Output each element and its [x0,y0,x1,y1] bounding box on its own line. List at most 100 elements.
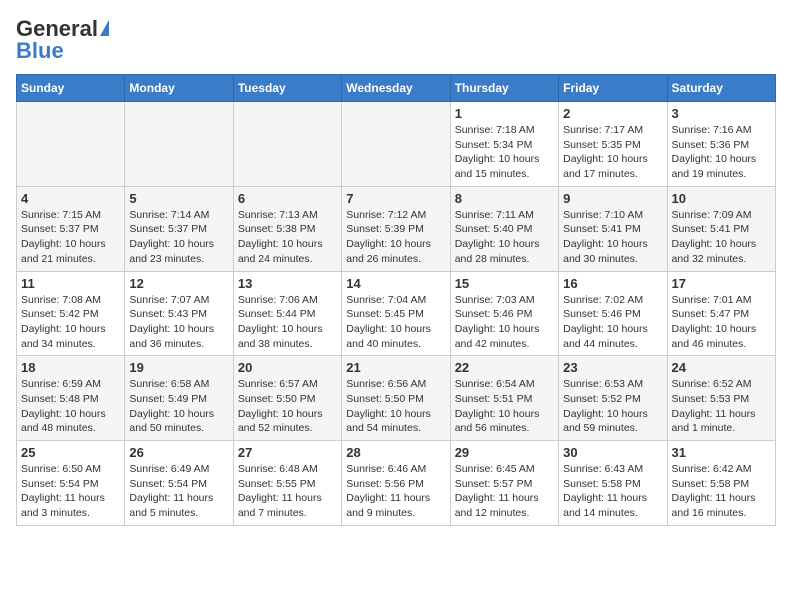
calendar-cell [233,102,341,187]
day-info: Sunrise: 7:12 AM Sunset: 5:39 PM Dayligh… [346,208,445,267]
day-number: 23 [563,360,662,375]
calendar-cell: 22 Sunrise: 6:54 AM Sunset: 5:51 PM Dayli… [450,356,558,441]
calendar-cell: 18 Sunrise: 6:59 AM Sunset: 5:48 PM Dayli… [17,356,125,441]
day-number: 15 [455,276,554,291]
calendar-cell: 26 Sunrise: 6:49 AM Sunset: 5:54 PM Dayli… [125,441,233,526]
day-info: Sunrise: 7:11 AM Sunset: 5:40 PM Dayligh… [455,208,554,267]
calendar-cell: 5 Sunrise: 7:14 AM Sunset: 5:37 PM Daylig… [125,186,233,271]
calendar-cell: 6Sunrise: 7:13 AM Sunset: 5:38 PM Daylig… [233,186,341,271]
calendar-cell: 2 Sunrise: 7:17 AM Sunset: 5:35 PM Daylig… [559,102,667,187]
day-number: 4 [21,191,120,206]
calendar-cell: 29Sunrise: 6:45 AM Sunset: 5:57 PM Dayli… [450,441,558,526]
day-info: Sunrise: 7:15 AM Sunset: 5:37 PM Dayligh… [21,208,120,267]
day-number: 9 [563,191,662,206]
calendar-week-3: 11 Sunrise: 7:08 AM Sunset: 5:42 PM Dayli… [17,271,776,356]
day-info: Sunrise: 6:53 AM Sunset: 5:52 PM Dayligh… [563,377,662,436]
calendar-week-1: 1 Sunrise: 7:18 AM Sunset: 5:34 PM Daylig… [17,102,776,187]
logo-blue-text: Blue [16,38,109,64]
calendar-cell: 17 Sunrise: 7:01 AM Sunset: 5:47 PM Dayli… [667,271,775,356]
calendar-cell: 27Sunrise: 6:48 AM Sunset: 5:55 PM Dayli… [233,441,341,526]
day-info: Sunrise: 6:52 AM Sunset: 5:53 PM Dayligh… [672,377,771,436]
day-number: 3 [672,106,771,121]
day-info: Sunrise: 7:07 AM Sunset: 5:43 PM Dayligh… [129,293,228,352]
day-of-week-saturday: Saturday [667,75,775,102]
day-info: Sunrise: 6:49 AM Sunset: 5:54 PM Dayligh… [129,462,228,521]
calendar-header: SundayMondayTuesdayWednesdayThursdayFrid… [17,75,776,102]
day-number: 29 [455,445,554,460]
calendar-cell: 20 Sunrise: 6:57 AM Sunset: 5:50 PM Dayli… [233,356,341,441]
logo-triangle-icon [100,20,109,36]
day-info: Sunrise: 7:03 AM Sunset: 5:46 PM Dayligh… [455,293,554,352]
calendar-cell: 12 Sunrise: 7:07 AM Sunset: 5:43 PM Dayli… [125,271,233,356]
day-info: Sunrise: 6:59 AM Sunset: 5:48 PM Dayligh… [21,377,120,436]
calendar-cell: 30 Sunrise: 6:43 AM Sunset: 5:58 PM Dayli… [559,441,667,526]
day-info: Sunrise: 7:08 AM Sunset: 5:42 PM Dayligh… [21,293,120,352]
calendar-cell: 7 Sunrise: 7:12 AM Sunset: 5:39 PM Daylig… [342,186,450,271]
calendar-cell: 11 Sunrise: 7:08 AM Sunset: 5:42 PM Dayli… [17,271,125,356]
day-number: 26 [129,445,228,460]
day-info: Sunrise: 6:43 AM Sunset: 5:58 PM Dayligh… [563,462,662,521]
day-number: 8 [455,191,554,206]
day-info: Sunrise: 6:42 AM Sunset: 5:58 PM Dayligh… [672,462,771,521]
calendar-cell: 14 Sunrise: 7:04 AM Sunset: 5:45 PM Dayli… [342,271,450,356]
calendar-cell: 19Sunrise: 6:58 AM Sunset: 5:49 PM Dayli… [125,356,233,441]
day-info: Sunrise: 6:57 AM Sunset: 5:50 PM Dayligh… [238,377,337,436]
day-number: 30 [563,445,662,460]
day-info: Sunrise: 6:54 AM Sunset: 5:51 PM Dayligh… [455,377,554,436]
calendar-cell: 8 Sunrise: 7:11 AM Sunset: 5:40 PM Daylig… [450,186,558,271]
calendar-cell: 21Sunrise: 6:56 AM Sunset: 5:50 PM Dayli… [342,356,450,441]
day-info: Sunrise: 7:13 AM Sunset: 5:38 PM Dayligh… [238,208,337,267]
day-info: Sunrise: 7:02 AM Sunset: 5:46 PM Dayligh… [563,293,662,352]
days-of-week-row: SundayMondayTuesdayWednesdayThursdayFrid… [17,75,776,102]
day-number: 24 [672,360,771,375]
day-number: 21 [346,360,445,375]
day-number: 10 [672,191,771,206]
day-number: 16 [563,276,662,291]
day-number: 1 [455,106,554,121]
day-number: 14 [346,276,445,291]
day-number: 11 [21,276,120,291]
day-of-week-monday: Monday [125,75,233,102]
day-of-week-friday: Friday [559,75,667,102]
day-info: Sunrise: 6:50 AM Sunset: 5:54 PM Dayligh… [21,462,120,521]
day-number: 18 [21,360,120,375]
day-info: Sunrise: 7:14 AM Sunset: 5:37 PM Dayligh… [129,208,228,267]
day-number: 31 [672,445,771,460]
day-info: Sunrise: 7:01 AM Sunset: 5:47 PM Dayligh… [672,293,771,352]
day-number: 2 [563,106,662,121]
day-of-week-tuesday: Tuesday [233,75,341,102]
logo: General Blue [16,16,109,64]
day-number: 17 [672,276,771,291]
day-of-week-wednesday: Wednesday [342,75,450,102]
calendar-cell [125,102,233,187]
calendar-body: 1 Sunrise: 7:18 AM Sunset: 5:34 PM Daylig… [17,102,776,526]
calendar-cell: 23 Sunrise: 6:53 AM Sunset: 5:52 PM Dayli… [559,356,667,441]
day-of-week-thursday: Thursday [450,75,558,102]
day-info: Sunrise: 7:04 AM Sunset: 5:45 PM Dayligh… [346,293,445,352]
calendar-cell: 9Sunrise: 7:10 AM Sunset: 5:41 PM Daylig… [559,186,667,271]
calendar-cell: 13 Sunrise: 7:06 AM Sunset: 5:44 PM Dayli… [233,271,341,356]
day-number: 20 [238,360,337,375]
day-info: Sunrise: 7:17 AM Sunset: 5:35 PM Dayligh… [563,123,662,182]
calendar-cell: 15 Sunrise: 7:03 AM Sunset: 5:46 PM Dayli… [450,271,558,356]
day-number: 25 [21,445,120,460]
day-number: 12 [129,276,228,291]
day-info: Sunrise: 7:16 AM Sunset: 5:36 PM Dayligh… [672,123,771,182]
calendar-cell [17,102,125,187]
day-info: Sunrise: 7:06 AM Sunset: 5:44 PM Dayligh… [238,293,337,352]
day-number: 28 [346,445,445,460]
day-info: Sunrise: 7:18 AM Sunset: 5:34 PM Dayligh… [455,123,554,182]
day-number: 5 [129,191,228,206]
calendar-week-5: 25 Sunrise: 6:50 AM Sunset: 5:54 PM Dayli… [17,441,776,526]
page-header: General Blue [16,16,776,64]
calendar-cell: 25 Sunrise: 6:50 AM Sunset: 5:54 PM Dayli… [17,441,125,526]
day-info: Sunrise: 6:46 AM Sunset: 5:56 PM Dayligh… [346,462,445,521]
day-of-week-sunday: Sunday [17,75,125,102]
day-info: Sunrise: 6:48 AM Sunset: 5:55 PM Dayligh… [238,462,337,521]
day-info: Sunrise: 6:58 AM Sunset: 5:49 PM Dayligh… [129,377,228,436]
calendar-cell: 28 Sunrise: 6:46 AM Sunset: 5:56 PM Dayli… [342,441,450,526]
day-number: 7 [346,191,445,206]
calendar-cell: 31 Sunrise: 6:42 AM Sunset: 5:58 PM Dayli… [667,441,775,526]
day-number: 13 [238,276,337,291]
day-number: 22 [455,360,554,375]
